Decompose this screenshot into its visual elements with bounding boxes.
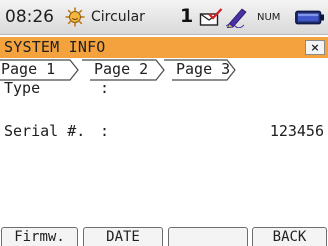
softkey-bar: Firmw. DATE BACK [0, 227, 328, 246]
serial-separator: : [100, 122, 110, 140]
measurement-mode: Circular [91, 9, 145, 25]
empty-softkey[interactable] [168, 227, 248, 246]
sun-icon [65, 7, 85, 27]
serial-value: 123456 [269, 122, 324, 140]
mail-check-icon [199, 8, 223, 26]
tab-strip: Page 1 Page 2 Page 3 [0, 59, 328, 81]
tab-page-3[interactable]: Page 3 [176, 60, 230, 78]
date-button[interactable]: DATE [83, 227, 163, 246]
window-title-bar: SYSTEM INFO × [0, 37, 328, 58]
window-title: SYSTEM INFO [4, 38, 106, 56]
tab-page-1[interactable]: Page 1 [1, 60, 55, 78]
battery-icon [295, 10, 324, 25]
firmware-button[interactable]: Firmw. [1, 227, 78, 246]
signature-pen-icon [225, 8, 247, 28]
tab-page-2[interactable]: Page 2 [94, 60, 148, 78]
keyboard-mode: NUM [257, 12, 281, 23]
status-bar: 08:26 Circular 1 NUM [0, 0, 328, 35]
serial-label: Serial #. [4, 122, 86, 140]
station-number: 1 [180, 5, 194, 27]
type-separator: : [100, 79, 110, 97]
type-label: Type [4, 79, 41, 97]
close-button[interactable]: × [305, 40, 325, 55]
back-button[interactable]: BACK [252, 227, 327, 246]
clock-time: 08:26 [5, 7, 54, 27]
